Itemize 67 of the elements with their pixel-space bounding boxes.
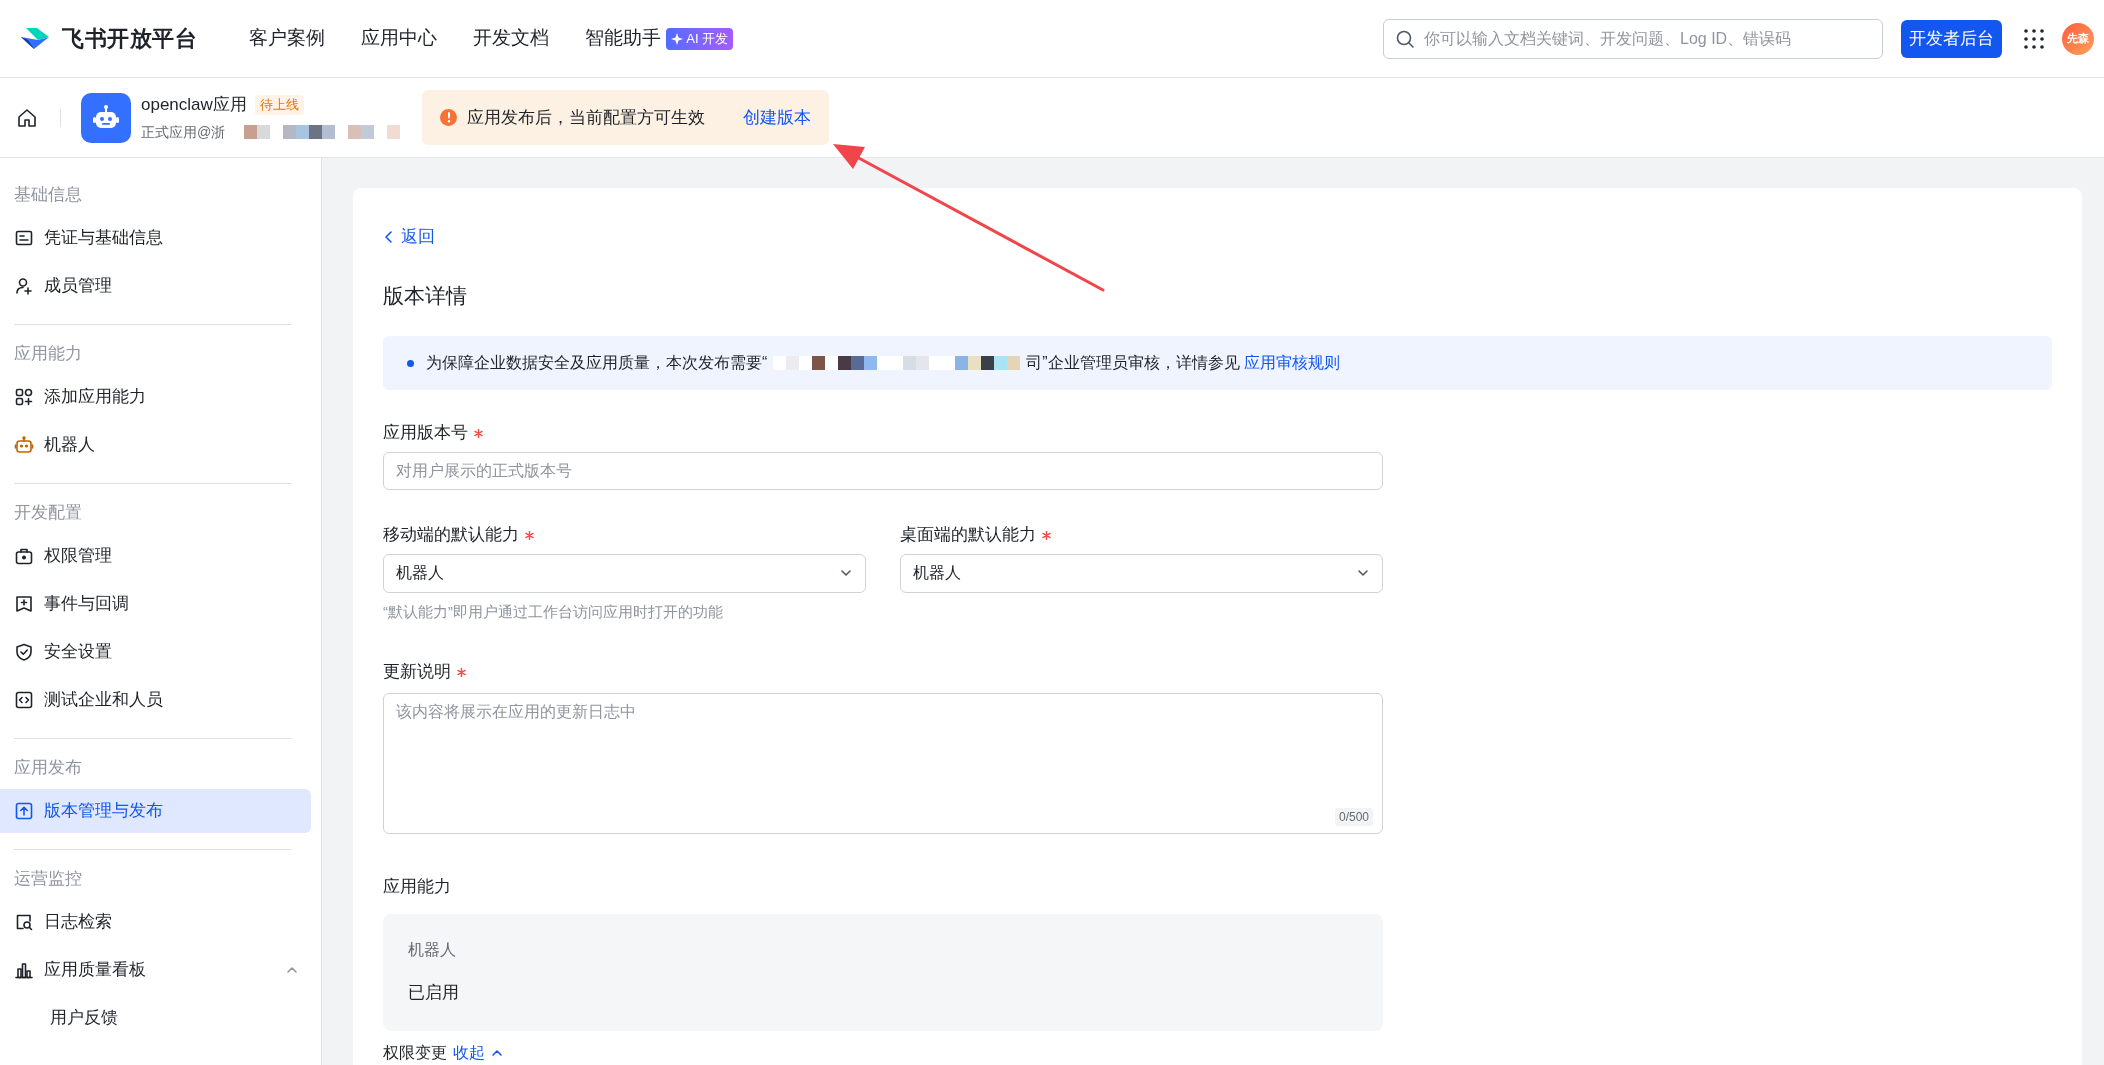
shield-check-icon [14, 642, 34, 662]
ability-name: 机器人 [408, 939, 457, 960]
bar-chart-icon [14, 960, 34, 980]
create-version-link[interactable]: 创建版本 [743, 104, 812, 131]
log-search-icon [14, 912, 34, 932]
sidebar-item[interactable]: 版本管理与发布 [0, 789, 311, 833]
section-heading: 运营监控 [13, 868, 83, 891]
user-add-icon [14, 276, 34, 296]
collapse-link[interactable]: 收起 [453, 1041, 485, 1065]
sidebar-item[interactable]: 应用质量看板 [0, 948, 311, 992]
flag-plus-icon [14, 594, 34, 614]
ability-status: 已启用 [408, 981, 460, 1004]
brand-name: 飞书开放平台 [62, 25, 198, 53]
info-text: 司”企业管理员审核，详情参见 [1026, 353, 1240, 374]
nav-link[interactable]: 智能助手 [585, 24, 662, 53]
apps-grid-icon [2024, 28, 2044, 49]
section-heading: 基础信息 [13, 184, 83, 207]
card-icon [14, 228, 34, 248]
sidebar-item[interactable]: 安全设置 [0, 630, 311, 674]
review-rules-link[interactable]: 应用审核规则 [1243, 351, 1340, 376]
page-title: 版本详情 [383, 282, 468, 309]
chevron-left-icon [383, 229, 395, 244]
chevron-up-icon [491, 1047, 503, 1059]
bullet-icon [407, 359, 414, 367]
ability-select[interactable]: 机器人 [383, 553, 866, 593]
lock-box-icon [14, 546, 34, 566]
section-label: 权限变更 [383, 1043, 447, 1063]
sidebar-item[interactable]: 机器人 [0, 423, 311, 467]
app-icon [81, 92, 131, 143]
search-icon [1395, 28, 1415, 49]
char-counter: 0/500 [1334, 808, 1373, 826]
section-heading: 应用发布 [13, 757, 83, 780]
field-label: 桌面端的默认能力 [900, 524, 1036, 547]
sidebar-item[interactable]: 日志检索 [0, 900, 311, 944]
section-heading: 开发配置 [13, 502, 83, 525]
section-label: 应用能力 [383, 876, 452, 898]
warning-icon [440, 109, 458, 126]
nav-link[interactable]: 客户案例 [249, 24, 326, 53]
sidebar-item[interactable]: 权限管理 [0, 534, 311, 578]
add-blocks-icon [14, 387, 34, 407]
version-input[interactable]: 对用户展示的正式版本号 [383, 451, 1383, 491]
ability-select[interactable]: 机器人 [900, 553, 1383, 593]
field-label: 应用版本号 [383, 422, 468, 445]
app-name: openclaw应用 [141, 94, 247, 117]
upload-box-icon [14, 801, 34, 821]
sidebar-subitem[interactable]: 用户反馈 [0, 996, 311, 1040]
sidebar-item[interactable]: 成员管理 [0, 264, 311, 308]
field-label: 更新说明 [383, 661, 451, 684]
status-badge: 待上线 [254, 95, 304, 115]
notice-text: 应用发布后，当前配置方可生效 [467, 106, 706, 129]
sidebar-item[interactable]: 凭证与基础信息 [0, 216, 311, 260]
section-heading: 应用能力 [13, 343, 83, 366]
code-box-icon [14, 690, 34, 710]
ai-badge: AI 开发 [666, 27, 734, 50]
nav-link[interactable]: 应用中心 [361, 24, 438, 53]
console-button[interactable]: 开发者后台 [1901, 19, 2002, 58]
search-field[interactable]: 你可以输入文档关键词、开发问题、Log ID、错误码 [1383, 18, 1883, 59]
nav-link[interactable]: 开发文档 [473, 24, 550, 53]
back-link[interactable]: 返回 [401, 224, 435, 250]
app-subtitle: 正式应用@浙 [141, 122, 226, 142]
sidebar-item[interactable]: 测试企业和人员 [0, 678, 311, 722]
field-label: 移动端的默认能力 [383, 524, 519, 547]
info-text: 为保障企业数据安全及应用质量，本次发布需要“ [426, 353, 768, 374]
robot-icon [14, 435, 34, 455]
hint-text: “默认能力”即用户通过工作台访问应用时打开的功能 [383, 601, 724, 622]
sidebar-item[interactable]: 事件与回调 [0, 582, 311, 626]
sidebar-item[interactable]: 添加应用能力 [0, 375, 311, 419]
